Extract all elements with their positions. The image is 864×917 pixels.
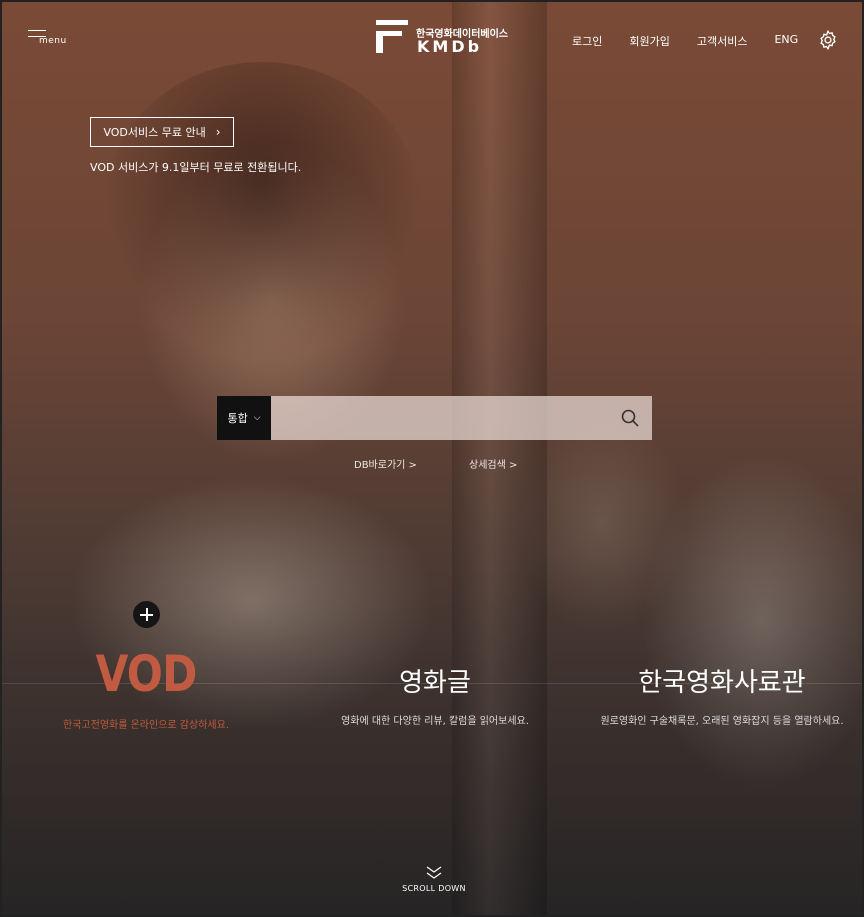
menu-label: menu (39, 36, 67, 46)
kmdb-logo[interactable]: 한국영화데이터베이스 KMDb (376, 20, 508, 56)
feature-film-writing[interactable]: 영화글 영화에 대한 다양한 리뷰, 칼럼을 읽어보세요. (335, 666, 535, 727)
gear-icon[interactable] (817, 29, 839, 51)
advanced-search-link[interactable]: 상세검색 > (469, 456, 517, 471)
search-icon[interactable] (620, 408, 640, 428)
db-shortcut-link[interactable]: DB바로가기 > (354, 456, 417, 471)
kmdb-logo-mark-icon (376, 20, 408, 53)
feature-film-archive-title: 한국영화사료관 (638, 668, 806, 698)
chevron-down-icon: ⌵ (253, 413, 261, 423)
feature-film-archive-description: 원로영화인 구술채록문, 오래된 영화잡지 등을 열람하세요. (600, 716, 844, 727)
page-frame: menu 한국영화데이터베이스 KMDb 로그인 회원가입 고객서비스 ENG … (0, 0, 864, 917)
feature-film-archive[interactable]: 한국영화사료관 원로영화인 구술채록문, 오래된 영화잡지 등을 열람하세요. (595, 666, 849, 727)
menu-button[interactable]: menu (28, 30, 66, 48)
vod-notice-text: VOD 서비스가 9.1일부터 무료로 전환됩니다. (90, 161, 302, 174)
feature-vod-title: VOD (95, 645, 197, 703)
hamburger-icon (28, 30, 46, 31)
search-scope-select[interactable]: 통합 ⌵ (217, 396, 271, 440)
login-link[interactable]: 로그인 (572, 33, 602, 48)
search-input[interactable] (271, 396, 652, 440)
top-nav: 로그인 회원가입 고객서비스 ENG (572, 33, 825, 48)
feature-film-writing-title: 영화글 (399, 668, 471, 698)
customer-service-link[interactable]: 고객서비스 (697, 33, 748, 48)
feature-vod-description: 한국고전영화를 온라인으로 감상하세요. (63, 720, 229, 731)
signup-link[interactable]: 회원가입 (629, 33, 669, 48)
feature-film-writing-description: 영화에 대한 다양한 리뷰, 칼럼을 읽어보세요. (341, 716, 529, 727)
search-bar: 통합 ⌵ (217, 396, 652, 440)
search-scope-value: 통합 (227, 412, 248, 425)
vod-notice-button[interactable]: VOD서비스 무료 안내 › (90, 117, 234, 147)
double-chevron-down-icon (426, 866, 442, 879)
plus-icon[interactable] (133, 601, 160, 628)
vod-notice-button-label: VOD서비스 무료 안내 (103, 126, 206, 139)
english-link[interactable]: ENG (774, 33, 798, 47)
chevron-right-icon: › (215, 125, 221, 139)
logo-title: KMDb (417, 37, 483, 56)
feature-vod[interactable]: VOD 한국고전영화를 온라인으로 감상하세요. (46, 642, 246, 731)
scroll-down-button[interactable]: SCROLL DOWN (397, 866, 471, 893)
scroll-down-label: SCROLL DOWN (402, 884, 466, 893)
